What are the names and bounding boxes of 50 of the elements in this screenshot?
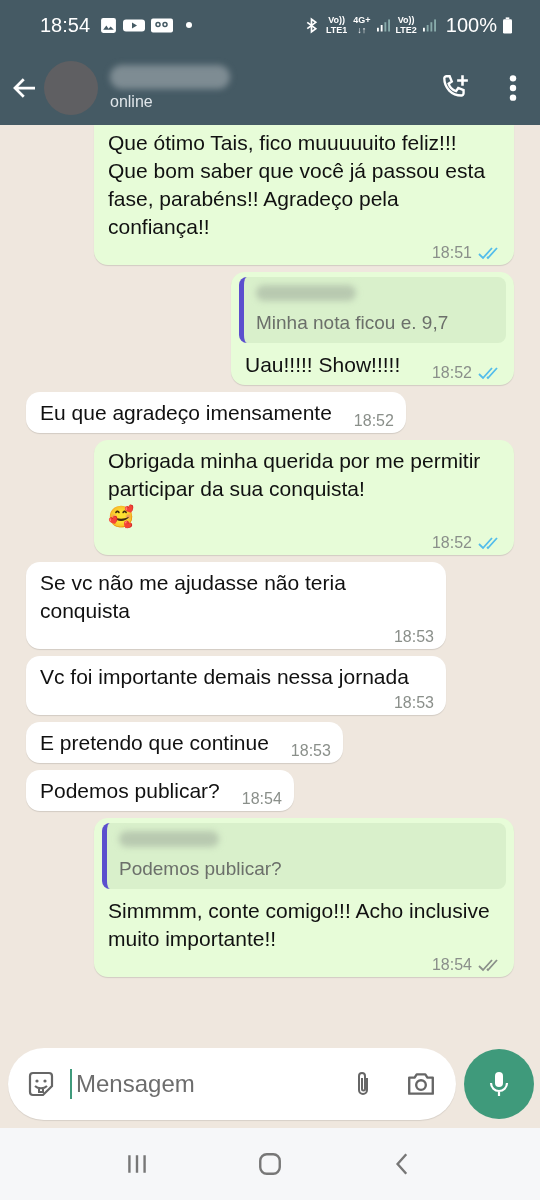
message-text: Que ótimo Tais, fico muuuuuito feliz!!! Que bom saber que você já passou esta fase, parabéns!! Agradeço pela confiança!! [108,130,487,240]
network-label: Vo)) LTE2 [395,15,417,35]
signal-icon [376,17,390,33]
message-text: Se vc não me ajudasse não teria conquista [40,570,347,624]
gallery-icon [100,16,118,34]
message-time: 18:52 [431,533,472,553]
message-text: Vc foi importante demais nessa jornada [40,664,409,690]
battery-percent: 100% [445,13,497,37]
network-label: 4G+ ↓↑ [353,15,371,35]
message-text: Uau!!!!! Show!!!!! [245,352,401,378]
message-bubble[interactable]: Podemos publicar? 18:54 [26,770,294,811]
message-input[interactable]: Mensagem [70,1069,340,1099]
message-text: Podemos publicar? [40,778,220,804]
message-text: Obrigada minha querida por me permitir participar da sua conquista! 🥰 [108,448,482,531]
signal-icon [422,17,436,33]
message-time: 18:54 [241,789,282,809]
quoted-text: Podemos publicar? [119,857,283,881]
message-time: 18:52 [431,363,472,383]
quoted-text: Minha nota ficou e. 9,7 [256,311,450,335]
message-text: Simmmm, conte comigo!!! Acho inclusive muito importante!! [108,898,491,952]
camera-icon[interactable] [406,1070,436,1098]
voicemail-icon [151,16,174,34]
message-time: 18:53 [393,627,434,647]
quoted-message[interactable]: Minha nota ficou e. 9,7 [239,277,506,343]
sticker-icon[interactable] [26,1070,56,1098]
notification-dot-icon [185,21,194,29]
message-bubble[interactable]: Obrigada minha querida por me permitir participar da sua conquista! 🥰 18:52 [94,440,514,555]
quoted-message[interactable]: Podemos publicar? [102,823,506,889]
message-bubble[interactable]: Vc foi importante demais nessa jornada 18:53 [26,656,446,715]
message-time: 18:52 [353,411,394,431]
message-text: Eu que agradeço imensamente [40,400,332,426]
message-bubble[interactable]: Que ótimo Tais, fico muuuuuito feliz!!! Que bom saber que você já passou esta fase, parabéns!! Agradeço pela confiança!! 18:51 [94,125,514,265]
message-time: 18:54 [431,955,472,975]
status-time: 18:54 [40,13,91,37]
menu-icon[interactable] [508,72,518,103]
battery-icon [503,16,512,34]
microphone-icon [489,1070,509,1098]
message-bubble[interactable]: Podemos publicar? Simmmm, conte comigo!!! Acho inclusive muito importante!! 18:54 [94,818,514,977]
contact-status: online [110,92,154,111]
home-icon[interactable] [257,1151,283,1177]
message-field[interactable]: Mensagem [8,1048,456,1120]
message-time: 18:53 [290,741,331,761]
message-text: E pretendo que continue [40,730,269,756]
message-time: 18:51 [431,243,472,263]
message-bubble[interactable]: E pretendo que continue 18:53 [26,722,343,763]
message-time: 18:53 [393,693,434,713]
message-bubble[interactable]: Eu que agradeço imensamente 18:52 [26,392,406,433]
network-label: Vo)) LTE1 [325,15,348,35]
message-bubble[interactable]: Se vc não me ajudasse não teria conquista 18:53 [26,562,446,649]
message-bubble[interactable]: Minha nota ficou e. 9,7 Uau!!!!! Show!!!!! 18:52 [231,272,514,385]
